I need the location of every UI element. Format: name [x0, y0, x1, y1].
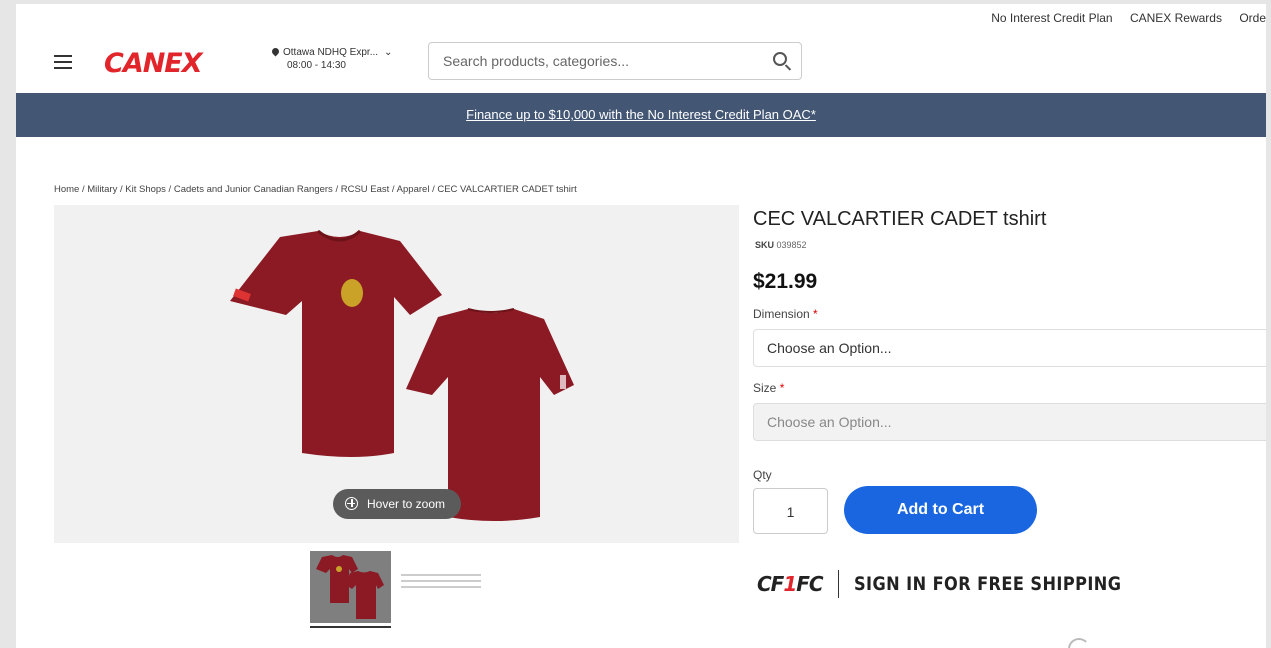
- finance-banner-link[interactable]: Finance up to $10,000 with the No Intere…: [466, 107, 816, 122]
- thumbnail-1[interactable]: [310, 551, 391, 623]
- menu-icon[interactable]: [54, 55, 72, 69]
- canex-logo[interactable]: CANEX: [104, 48, 203, 79]
- sku-label: SKU: [755, 240, 775, 250]
- cf-one-logo: CF1FC: [757, 572, 824, 596]
- required-marker: *: [813, 307, 818, 321]
- divider: [838, 570, 839, 598]
- location-pin-icon: [270, 46, 281, 57]
- chevron-down-icon: ⌄: [384, 47, 393, 58]
- store-selector[interactable]: Ottawa NDHQ Expr... ⌄ 08:00 - 14:30: [270, 46, 393, 72]
- loading-icon: [1068, 638, 1090, 648]
- dimension-label-text: Dimension: [753, 307, 810, 321]
- cf-one-one: 1: [783, 572, 797, 596]
- cf-one-suffix: FC: [796, 572, 823, 596]
- size-select[interactable]: Choose an Option...: [753, 403, 1266, 441]
- credit-plan-link[interactable]: No Interest Credit Plan: [991, 11, 1112, 25]
- thumbnail-2[interactable]: [401, 574, 481, 596]
- size-label: Size *: [753, 381, 784, 395]
- product-sku: SKU 039852: [755, 240, 807, 250]
- sku-value: 039852: [776, 240, 807, 250]
- add-to-cart-button[interactable]: Add to Cart: [844, 486, 1037, 534]
- hover-to-zoom-button[interactable]: Hover to zoom: [333, 489, 461, 519]
- page-frame: No Interest Credit Plan CANEX Rewards Or…: [16, 4, 1266, 648]
- cf-one-prefix: CF: [757, 572, 784, 596]
- free-shipping-signin-link[interactable]: SIGN IN FOR FREE SHIPPING: [854, 573, 1121, 595]
- dimension-select[interactable]: Choose an Option...: [753, 329, 1266, 367]
- required-marker: *: [779, 381, 785, 395]
- thumbnail-active-indicator: [310, 626, 391, 628]
- product-title: CEC VALCARTIER CADET tshirt: [753, 208, 1047, 230]
- search-icon[interactable]: [773, 52, 787, 66]
- dimension-label: Dimension *: [753, 307, 818, 321]
- top-links: No Interest Credit Plan CANEX Rewards Or…: [977, 11, 1266, 25]
- qty-label: Qty: [753, 468, 772, 482]
- store-hours: 08:00 - 14:30: [287, 60, 346, 71]
- rewards-link[interactable]: CANEX Rewards: [1130, 11, 1222, 25]
- finance-banner: Finance up to $10,000 with the No Intere…: [16, 93, 1266, 137]
- product-image[interactable]: Hover to zoom: [54, 205, 739, 543]
- orders-link[interactable]: Orde: [1239, 11, 1266, 25]
- size-label-text: Size: [753, 381, 777, 395]
- zoom-label: Hover to zoom: [367, 497, 446, 511]
- qty-input[interactable]: 1: [753, 488, 828, 534]
- breadcrumb: Home / Military / Kit Shops / Cadets and…: [54, 184, 577, 195]
- search-input[interactable]: [429, 43, 729, 79]
- search-bar: [428, 42, 802, 80]
- thumbnail-shirt-image: [316, 555, 384, 619]
- zoom-icon: [345, 497, 358, 510]
- product-price: $21.99: [753, 270, 818, 293]
- store-name: Ottawa NDHQ Expr...: [283, 47, 379, 58]
